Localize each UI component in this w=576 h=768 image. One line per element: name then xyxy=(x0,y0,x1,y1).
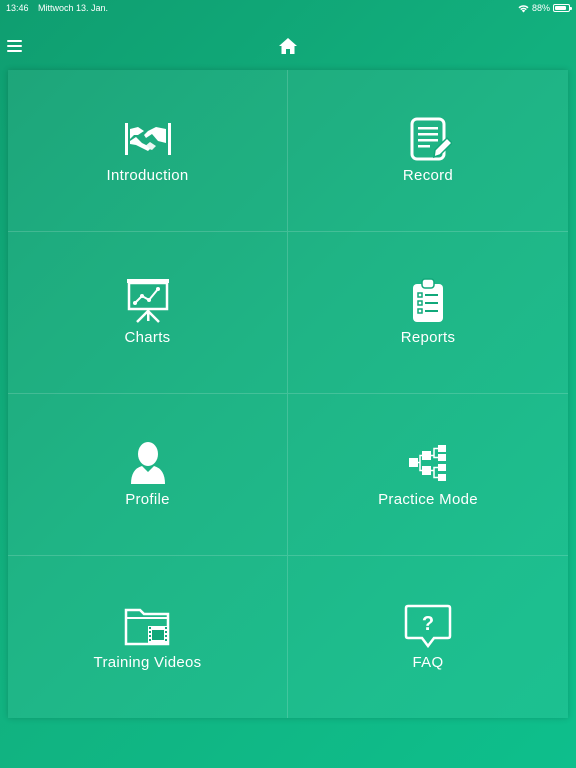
svg-text:?: ? xyxy=(422,613,434,635)
presentation-chart-icon xyxy=(124,279,172,323)
tile-label: Profile xyxy=(125,491,170,508)
handshake-icon xyxy=(124,117,172,161)
clipboard-checklist-icon xyxy=(404,278,452,323)
wifi-icon xyxy=(518,4,529,12)
hierarchy-icon xyxy=(404,441,452,485)
tile-profile[interactable]: Profile xyxy=(8,394,288,556)
tile-label: FAQ xyxy=(412,653,444,671)
question-bubble-icon: ? xyxy=(404,604,452,648)
tile-label: Charts xyxy=(124,329,171,346)
status-time: 13:46 xyxy=(6,3,29,13)
navigation-bar xyxy=(0,16,576,64)
home-icon[interactable] xyxy=(278,37,298,55)
person-icon xyxy=(124,441,172,485)
tile-training-videos[interactable]: Training Videos xyxy=(8,556,288,718)
tile-label: Record xyxy=(402,167,454,184)
tile-record[interactable]: Record xyxy=(288,70,568,232)
tile-practice-mode[interactable]: Practice Mode xyxy=(288,394,568,556)
tile-faq[interactable]: ? FAQ xyxy=(288,556,568,718)
battery-tip xyxy=(570,7,572,10)
tile-charts[interactable]: Charts xyxy=(8,232,288,394)
menu-grid: Introduction Record Charts Reports Profi… xyxy=(8,70,568,718)
tile-label: Reports xyxy=(400,329,456,346)
battery-icon xyxy=(553,4,572,12)
battery-fill xyxy=(555,6,567,10)
tile-label: Introduction xyxy=(106,167,189,184)
video-folder-icon xyxy=(124,604,172,648)
tile-label: Training Videos xyxy=(93,653,202,671)
status-bar: 13:46 Mittwoch 13. Jan. 88% xyxy=(0,0,576,16)
tile-label: Practice Mode xyxy=(378,491,478,508)
battery-percent: 88% xyxy=(531,3,550,13)
hamburger-icon[interactable] xyxy=(7,40,23,52)
tile-reports[interactable]: Reports xyxy=(288,232,568,394)
document-edit-icon xyxy=(404,117,452,161)
status-indicators: 88% xyxy=(518,0,572,16)
status-date: Mittwoch 13. Jan. xyxy=(38,3,109,13)
tile-introduction[interactable]: Introduction xyxy=(8,70,288,232)
